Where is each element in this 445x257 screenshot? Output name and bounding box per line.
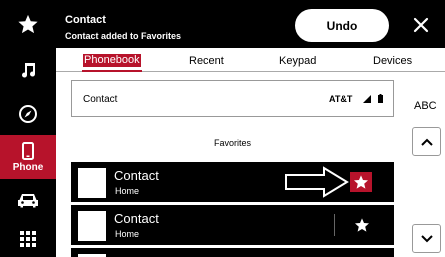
rail-vehicle-button[interactable] bbox=[0, 184, 56, 216]
undo-button[interactable]: Undo bbox=[295, 9, 389, 42]
compass-icon bbox=[19, 105, 37, 123]
close-icon bbox=[413, 17, 429, 33]
scroll-up-button[interactable] bbox=[412, 127, 441, 156]
grid-icon bbox=[20, 230, 36, 247]
music-note-icon bbox=[22, 63, 36, 78]
tab-keypad[interactable]: Keypad bbox=[279, 55, 316, 67]
tab-phonebook[interactable]: Phonebook bbox=[83, 54, 141, 67]
favorite-row[interactable] bbox=[71, 248, 394, 257]
close-banner-button[interactable] bbox=[407, 11, 435, 39]
contact-name: Contact bbox=[114, 168, 159, 183]
signal-icon bbox=[363, 95, 371, 103]
star-icon bbox=[18, 14, 38, 34]
contact-bar-name: Contact bbox=[83, 94, 118, 105]
row-divider bbox=[334, 214, 335, 236]
contact-name: Contact bbox=[114, 211, 159, 226]
contact-avatar bbox=[78, 168, 106, 198]
scroll-down-button[interactable] bbox=[412, 224, 441, 253]
carrier-label: AT&T bbox=[329, 94, 353, 104]
active-tab-indicator bbox=[82, 70, 142, 72]
contact-avatar bbox=[78, 211, 106, 241]
banner-title: Contact bbox=[65, 14, 106, 26]
device-contact-bar: Contact AT&T bbox=[71, 80, 394, 117]
star-icon bbox=[354, 175, 368, 189]
contact-number-type: Home bbox=[115, 229, 140, 239]
arrow-callout-icon bbox=[285, 166, 349, 198]
rail-apps-button[interactable] bbox=[0, 222, 56, 255]
phone-tabs: Phonebook Recent Keypad Devices bbox=[56, 48, 445, 72]
battery-icon bbox=[378, 94, 383, 103]
rail-music-button[interactable] bbox=[0, 52, 56, 88]
favorite-row[interactable]: Contact Home bbox=[71, 205, 394, 245]
phone-icon bbox=[22, 141, 34, 160]
chevron-up-icon bbox=[420, 138, 433, 146]
banner-message: Contact added to Favorites bbox=[65, 31, 182, 41]
rail-favorites-button[interactable] bbox=[0, 0, 56, 48]
star-icon bbox=[355, 218, 369, 232]
rail-navigation-button[interactable] bbox=[0, 96, 56, 132]
contact-number-type: Home bbox=[115, 186, 140, 196]
index-label: ABC bbox=[414, 100, 437, 112]
rail-phone-label: Phone bbox=[12, 161, 44, 173]
favorites-section-title: Favorites bbox=[213, 138, 251, 148]
rail-phone-button[interactable]: Phone bbox=[0, 135, 56, 179]
tab-recent[interactable]: Recent bbox=[189, 55, 224, 67]
chevron-down-icon bbox=[420, 234, 433, 242]
notification-banner: Contact Contact added to Favorites Undo bbox=[56, 0, 445, 48]
favorite-toggle-button[interactable] bbox=[350, 172, 372, 192]
side-nav-rail: Phone bbox=[0, 0, 56, 257]
favorite-toggle-button[interactable] bbox=[351, 215, 373, 235]
tab-devices[interactable]: Devices bbox=[373, 55, 412, 67]
car-icon bbox=[18, 194, 38, 208]
